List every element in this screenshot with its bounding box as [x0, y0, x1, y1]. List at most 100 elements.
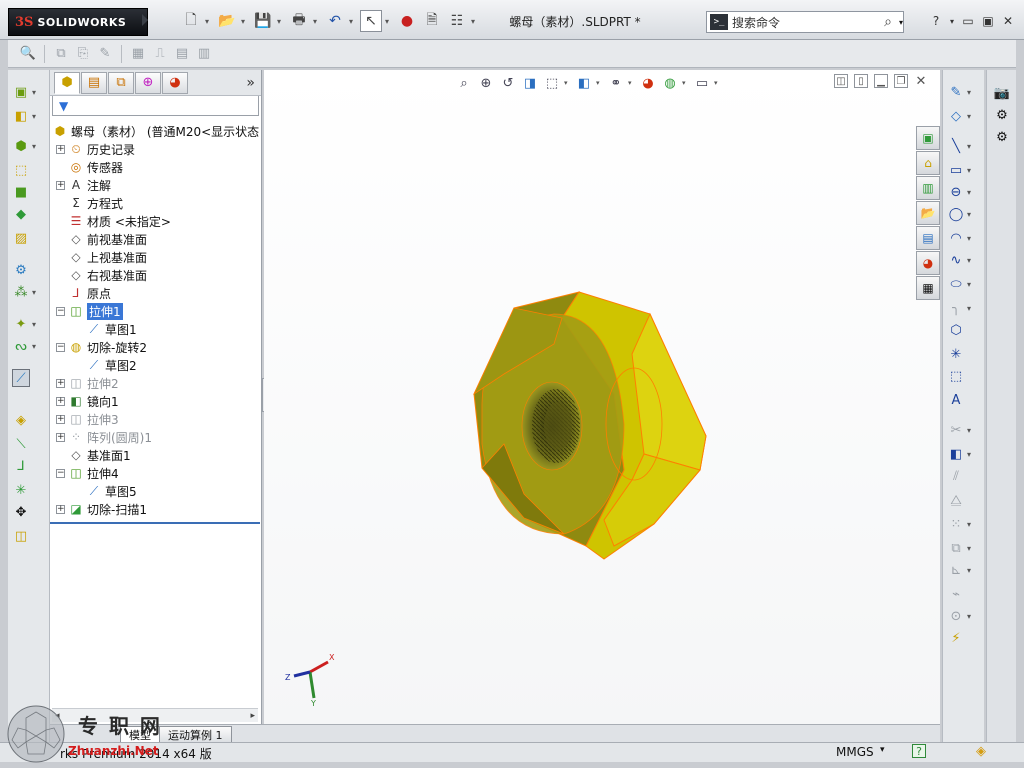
configuration-manager-tab-icon[interactable]: ⧉ — [108, 71, 134, 94]
dropdown-icon[interactable]: ▾ — [967, 450, 971, 459]
custom-properties-icon[interactable]: ▦ — [916, 276, 940, 300]
print-dropdown-icon[interactable]: ▾ — [313, 10, 321, 32]
circle-button[interactable]: ◯ ▾ — [947, 204, 983, 224]
dropdown-icon[interactable]: ▾ — [967, 88, 971, 97]
tree-item[interactable]: ◇ 前视基准面 — [50, 230, 261, 248]
zoom-icon[interactable]: 🔍 — [18, 44, 38, 64]
zoom-to-area-icon[interactable]: ⊕ — [476, 73, 496, 93]
gray-tool-icon[interactable]: ⚙ — [993, 128, 1011, 146]
slot-button[interactable]: ⊖ ▾ — [947, 182, 983, 202]
viewport-minimize-icon[interactable]: ▁ — [874, 74, 888, 88]
quick-tips-help-icon[interactable]: ? — [912, 744, 926, 758]
scroll-right-icon[interactable]: ▸ — [250, 711, 255, 721]
tree-item[interactable]: − ◫ 拉伸1 — [50, 302, 261, 320]
viewport-split-icon[interactable]: ▯ — [854, 74, 868, 88]
display-manager-tab-icon[interactable]: ◕ — [162, 71, 188, 94]
dropdown-icon[interactable]: ▾ — [32, 112, 36, 121]
dropdown-icon[interactable]: ▾ — [967, 210, 971, 219]
tree-item[interactable]: − ◫ 拉伸4 — [50, 464, 261, 482]
dropdown-icon[interactable]: ▾ — [967, 166, 971, 175]
search-dropdown-icon[interactable]: ▾ — [899, 18, 903, 27]
trim-button[interactable]: ✂ ▾ — [947, 420, 983, 440]
dropdown-icon[interactable]: ▾ — [967, 520, 971, 529]
rectangle-button[interactable]: ▭ ▾ — [947, 160, 983, 180]
repair-sketch-button[interactable]: ⌁ — [947, 584, 983, 604]
tree-item[interactable]: ◇ 上视基准面 — [50, 248, 261, 266]
expand-toggle-icon[interactable]: + — [56, 504, 65, 514]
tree-item[interactable]: + ◪ 切除-扫描1 — [50, 500, 261, 518]
expand-toggle-icon[interactable]: + — [56, 414, 65, 424]
restore-icon[interactable]: ▣ — [980, 12, 996, 30]
help-icon[interactable]: ? — [928, 12, 944, 30]
view-orientation-icon[interactable]: ◧ — [574, 73, 594, 93]
mirror-entities-button[interactable]: ⧋ — [947, 490, 983, 510]
quick-snaps-button[interactable]: ⊙ ▾ — [947, 606, 983, 626]
tree-item[interactable]: ⟋ 草图2 — [50, 356, 261, 374]
reference-geometry-button[interactable]: ✦ ▾ — [12, 314, 48, 334]
save-dropdown-icon[interactable]: ▾ — [277, 10, 285, 32]
tree-item[interactable]: ☰ 材质 <未指定> — [50, 212, 261, 230]
image-icon[interactable]: ▦ — [128, 44, 148, 64]
select-cursor-icon[interactable]: ↖ — [360, 10, 382, 32]
sketch-pattern-button[interactable]: ⁙ ▾ — [947, 514, 983, 534]
boundary-boss-button[interactable]: ■ — [12, 182, 48, 202]
expand-toggle-icon[interactable]: + — [56, 396, 65, 406]
tree-filter-field[interactable]: ▼ — [52, 96, 259, 116]
expand-toggle-icon[interactable]: + — [56, 144, 65, 154]
new-document-icon[interactable]: 🗋 — [180, 10, 202, 32]
display-relations-button[interactable]: ⊾ ▾ — [947, 560, 983, 580]
sketch-button[interactable]: ✎ ▾ — [947, 82, 983, 102]
dropdown-icon[interactable]: ▾ — [564, 79, 572, 87]
viewport-tile-icon[interactable]: ◫ — [834, 74, 848, 88]
home-icon[interactable]: ⌂ — [916, 151, 940, 175]
rapid-sketch-button[interactable]: ⚡ — [947, 628, 983, 648]
dropdown-icon[interactable]: ▾ — [967, 234, 971, 243]
tree-item[interactable]: + ◫ 拉伸2 — [50, 374, 261, 392]
new-dropdown-icon[interactable]: ▾ — [205, 10, 213, 32]
dropdown-icon[interactable]: ▾ — [967, 112, 971, 121]
tree-item[interactable]: ⟋ 草图1 — [50, 320, 261, 338]
axis-button[interactable]: ⟍ — [12, 434, 48, 454]
tree-root[interactable]: ⬢ 螺母（素材） (普通M20<显示状态 — [50, 122, 261, 140]
hex-nut-model[interactable] — [464, 284, 724, 564]
dropdown-icon[interactable]: ▾ — [967, 304, 971, 313]
offset-entities-button[interactable]: ⫽ — [947, 466, 983, 486]
expand-toggle-icon[interactable]: − — [56, 342, 65, 352]
sketch-point-button[interactable]: ✳ — [947, 344, 983, 364]
tree-item[interactable]: ⅃ 原点 — [50, 284, 261, 302]
expand-toggle-icon[interactable]: − — [56, 306, 65, 316]
edit-component-icon[interactable]: ✎ — [95, 44, 115, 64]
sketch-fillet-button[interactable]: ╮ ▾ — [947, 298, 983, 318]
camera-icon[interactable]: 📷 — [993, 84, 1011, 102]
unit-system-label[interactable]: MMGS — [836, 745, 874, 759]
property-manager-tab-icon[interactable]: ▤ — [81, 71, 107, 94]
units-dropdown-icon[interactable]: ▾ — [880, 745, 885, 755]
command-search[interactable]: >_ 搜索命令 ⌕ ▾ — [706, 11, 904, 33]
rollback-bar[interactable] — [50, 522, 260, 524]
line-button[interactable]: ╲ ▾ — [947, 136, 983, 156]
spline-button[interactable]: ∿ ▾ — [947, 250, 983, 270]
dropdown-icon[interactable]: ▾ — [596, 79, 604, 87]
text-button[interactable]: A — [947, 390, 983, 410]
polygon-button[interactable]: ⬡ — [947, 320, 983, 340]
ellipse-button[interactable]: ⬭ ▾ — [947, 274, 983, 294]
smart-dimension-button[interactable]: ◇ ▾ — [947, 106, 983, 126]
solidworks-logo[interactable]: 3S SOLIDWORKS — [8, 8, 148, 36]
viewport-close-icon[interactable]: ✕ — [914, 74, 928, 89]
sheet-icon[interactable]: ▥ — [194, 44, 214, 64]
menu-flyout-arrow-icon[interactable] — [142, 14, 148, 26]
paste-icon[interactable]: ⎘ — [73, 44, 93, 64]
swept-boss-button[interactable]: ⬢ ▾ — [12, 136, 48, 156]
dropdown-icon[interactable]: ▾ — [967, 544, 971, 553]
file-properties-icon[interactable]: 🗎 — [421, 10, 443, 32]
appearances-icon[interactable]: ◕ — [916, 251, 940, 275]
curves-button[interactable]: ᔓ ▾ — [12, 336, 48, 356]
open-dropdown-icon[interactable]: ▾ — [241, 10, 249, 32]
dynamic-annotation-icon[interactable]: ⬚ — [542, 73, 562, 93]
fillet-button[interactable]: ⚙ — [12, 260, 48, 280]
expand-toggle-icon[interactable]: − — [56, 468, 65, 478]
render-tools-icon[interactable]: ⚙ — [993, 106, 1011, 124]
rebuild-traffic-light-icon[interactable]: ● — [396, 10, 418, 32]
thicken-button[interactable]: ◆ — [12, 204, 48, 224]
move-button[interactable]: ✥ — [12, 502, 48, 522]
